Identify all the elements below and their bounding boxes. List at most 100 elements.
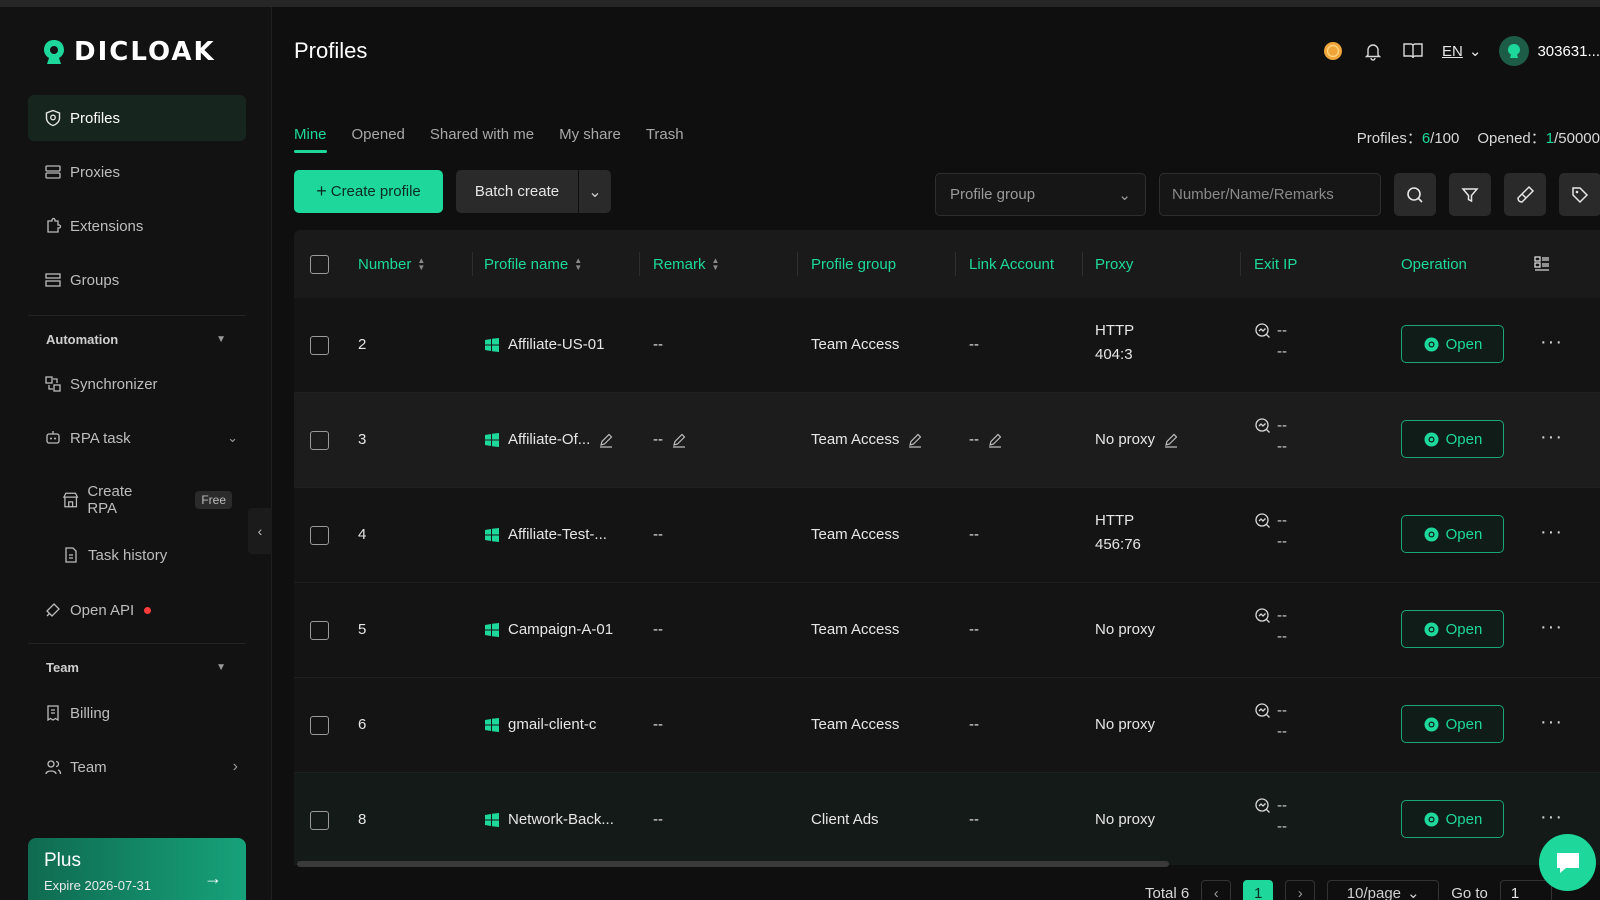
ip-check-icon[interactable] bbox=[1254, 607, 1271, 624]
table-row[interactable]: 8 Network-Back... -- Client Ads -- No proxy --… bbox=[294, 773, 1600, 865]
sidebar-item-rpa-task[interactable]: RPA task ⌄ bbox=[28, 415, 238, 461]
sidebar-item-task-history[interactable]: Task history bbox=[62, 536, 232, 574]
ip-check-icon[interactable] bbox=[1254, 417, 1271, 434]
row-checkbox[interactable] bbox=[310, 336, 329, 355]
cell-exit-ip: -- -- bbox=[1254, 797, 1287, 835]
batch-create-button[interactable]: Batch create bbox=[456, 170, 578, 213]
edit-icon[interactable] bbox=[671, 432, 687, 448]
pagination: Total 6 ‹ 1 › 10/page ⌄ Go to bbox=[1145, 880, 1552, 900]
table-row[interactable]: 2 Affiliate-US-01 -- Team Access -- HTTP 404:3… bbox=[294, 298, 1600, 393]
document-icon bbox=[65, 547, 77, 563]
book-icon[interactable] bbox=[1402, 40, 1424, 62]
chat-button[interactable] bbox=[1539, 834, 1596, 891]
more-options-button[interactable]: ··· bbox=[1540, 616, 1563, 639]
row-checkbox[interactable] bbox=[310, 526, 329, 545]
tab-my-share[interactable]: My share bbox=[559, 126, 621, 153]
ip-check-icon[interactable] bbox=[1254, 702, 1271, 719]
page-button[interactable]: 1 bbox=[1243, 880, 1274, 900]
ip-check-icon[interactable] bbox=[1254, 512, 1271, 529]
prev-page-button[interactable]: ‹ bbox=[1201, 880, 1232, 900]
sidebar-item-billing[interactable]: Billing bbox=[28, 690, 246, 736]
column-exit-ip: Exit IP bbox=[1254, 230, 1297, 298]
table-row[interactable]: 3 Affiliate-Of... -- Team Access -- No proxy -… bbox=[294, 393, 1600, 488]
search-input[interactable] bbox=[1159, 173, 1381, 216]
tab-mine[interactable]: Mine bbox=[294, 126, 327, 153]
sidebar-item-profiles[interactable]: Profiles bbox=[28, 95, 246, 141]
open-button[interactable]: Open bbox=[1401, 325, 1504, 363]
search-button[interactable] bbox=[1394, 173, 1436, 216]
select-all-checkbox[interactable] bbox=[310, 254, 329, 274]
sidebar-item-groups[interactable]: Groups bbox=[28, 257, 246, 303]
table-row[interactable]: 5 Campaign-A-01 -- Team Access -- No proxy -- -… bbox=[294, 583, 1600, 678]
sidebar-collapse-button[interactable]: ‹ bbox=[248, 508, 272, 554]
more-options-button[interactable]: ··· bbox=[1540, 426, 1563, 449]
sidebar-item-extensions[interactable]: Extensions bbox=[28, 203, 246, 249]
open-button[interactable]: Open bbox=[1401, 420, 1504, 458]
language-selector[interactable]: EN ⌄ bbox=[1442, 42, 1481, 61]
chevron-right-icon: › bbox=[1297, 884, 1303, 900]
ip-check-icon[interactable] bbox=[1254, 322, 1271, 339]
sidebar-item-create-rpa[interactable]: Create RPA Free bbox=[62, 481, 232, 519]
tab-shared-with-me[interactable]: Shared with me bbox=[430, 126, 534, 153]
edit-icon[interactable] bbox=[987, 432, 1003, 448]
column-profile-name[interactable]: Profile name ▲ ▼ bbox=[484, 230, 582, 298]
row-checkbox[interactable] bbox=[310, 811, 329, 830]
tab-trash[interactable]: Trash bbox=[646, 126, 684, 153]
more-options-button[interactable]: ··· bbox=[1540, 806, 1563, 829]
column-label: Link Account bbox=[969, 255, 1055, 273]
row-checkbox[interactable] bbox=[310, 716, 329, 735]
more-options-button[interactable]: ··· bbox=[1540, 521, 1563, 544]
cell-proxy: No proxy bbox=[1095, 431, 1179, 448]
tag-button[interactable] bbox=[1559, 173, 1600, 216]
cell-profile-name[interactable]: Network-Back... bbox=[484, 811, 614, 828]
goto-input[interactable] bbox=[1499, 880, 1552, 900]
exit-ip-location: -- bbox=[1277, 533, 1287, 550]
cell-profile-name[interactable]: Campaign-A-01 bbox=[484, 621, 613, 638]
open-button[interactable]: Open bbox=[1401, 800, 1504, 838]
batch-create-dropdown[interactable]: ⌄ bbox=[579, 170, 611, 213]
section-automation[interactable]: Automation ▼ bbox=[46, 332, 226, 347]
row-checkbox[interactable] bbox=[310, 431, 329, 450]
row-checkbox[interactable] bbox=[310, 621, 329, 640]
cell-profile-name[interactable]: gmail-client-c bbox=[484, 716, 596, 733]
open-button[interactable]: Open bbox=[1401, 705, 1504, 743]
sidebar-item-synchronizer[interactable]: Synchronizer bbox=[28, 361, 246, 407]
sidebar-item-team[interactable]: Team › bbox=[28, 744, 238, 790]
coin-icon[interactable] bbox=[1322, 40, 1344, 62]
table-row[interactable]: 4 Affiliate-Test-... -- Team Access -- HTTP 45… bbox=[294, 488, 1600, 583]
column-remark[interactable]: Remark ▲ ▼ bbox=[653, 230, 719, 298]
cell-profile-group: Client Ads bbox=[811, 811, 879, 828]
cell-profile-name[interactable]: Affiliate-Test-... bbox=[484, 526, 607, 543]
profile-group-select[interactable]: Profile group ⌄ bbox=[935, 173, 1146, 216]
sidebar-item-open-api[interactable]: Open API bbox=[28, 587, 246, 633]
more-options-button[interactable]: ··· bbox=[1540, 711, 1563, 734]
next-page-button[interactable]: › bbox=[1285, 880, 1316, 900]
clean-button[interactable] bbox=[1504, 173, 1546, 216]
open-button[interactable]: Open bbox=[1401, 515, 1504, 553]
cell-profile-name[interactable]: Affiliate-US-01 bbox=[484, 336, 604, 353]
edit-icon[interactable] bbox=[1163, 432, 1179, 448]
filter-button[interactable] bbox=[1449, 173, 1491, 216]
edit-icon[interactable] bbox=[907, 432, 923, 448]
horizontal-scrollbar[interactable] bbox=[297, 861, 1169, 867]
plan-card[interactable]: Plus Expire 2026-07-31 → bbox=[28, 838, 246, 900]
cell-remark: -- bbox=[653, 621, 663, 638]
open-button[interactable]: Open bbox=[1401, 610, 1504, 648]
sidebar-item-label: Profiles bbox=[70, 109, 121, 127]
ip-check-icon[interactable] bbox=[1254, 797, 1271, 814]
page-size-select[interactable]: 10/page ⌄ bbox=[1327, 880, 1440, 900]
user-menu[interactable]: 303631... bbox=[1499, 36, 1600, 66]
tab-opened[interactable]: Opened bbox=[352, 126, 405, 153]
column-number[interactable]: Number ▲ ▼ bbox=[358, 230, 425, 298]
more-options-button[interactable]: ··· bbox=[1540, 331, 1563, 354]
create-profile-button[interactable]: + Create profile bbox=[294, 170, 443, 213]
edit-icon[interactable] bbox=[598, 432, 614, 448]
table-row[interactable]: 6 gmail-client-c -- Team Access -- No proxy --… bbox=[294, 678, 1600, 773]
page-size-label: 10/page bbox=[1346, 884, 1402, 900]
sidebar-item-proxies[interactable]: Proxies bbox=[28, 149, 246, 195]
section-team[interactable]: Team ▼ bbox=[46, 660, 226, 675]
sidebar-divider bbox=[28, 643, 246, 644]
bell-icon[interactable] bbox=[1362, 40, 1384, 62]
column-settings-button[interactable] bbox=[1532, 230, 1552, 298]
cell-profile-name[interactable]: Affiliate-Of... bbox=[484, 431, 614, 448]
